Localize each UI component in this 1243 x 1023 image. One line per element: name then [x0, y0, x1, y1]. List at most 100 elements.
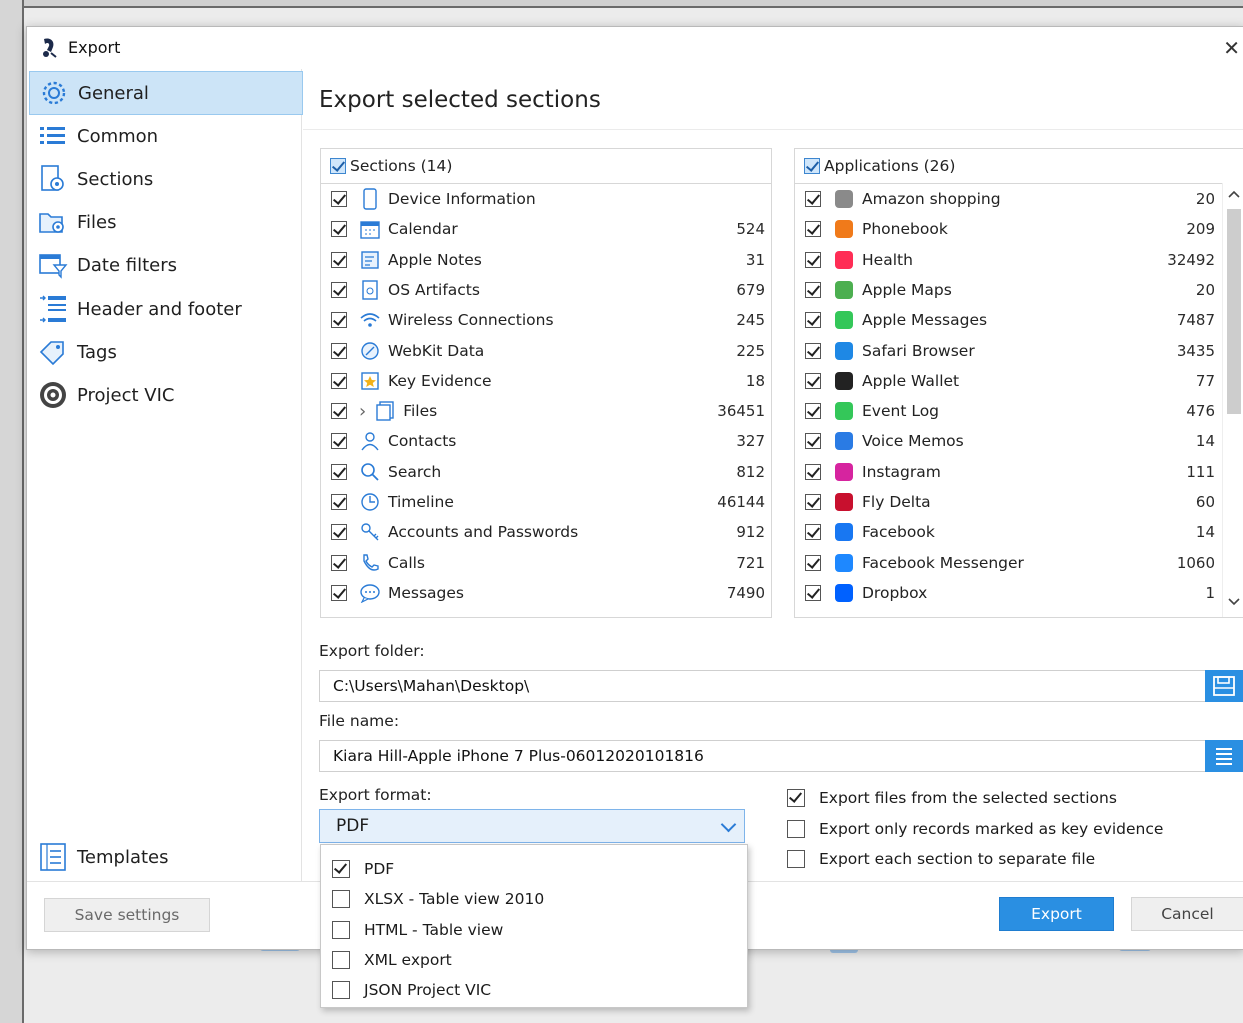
- application-row[interactable]: Apple Wallet 77: [795, 366, 1223, 396]
- scroll-thumb[interactable]: [1227, 209, 1241, 414]
- section-checkbox[interactable]: [331, 463, 347, 480]
- section-checkbox[interactable]: [331, 372, 347, 389]
- application-checkbox[interactable]: [805, 342, 821, 359]
- section-checkbox[interactable]: [331, 191, 347, 207]
- section-checkbox[interactable]: [331, 554, 347, 571]
- application-row[interactable]: Safari Browser 3435: [795, 336, 1223, 366]
- browse-folder-button[interactable]: [1205, 670, 1243, 702]
- application-checkbox[interactable]: [805, 403, 821, 420]
- section-row[interactable]: Messages 7490: [321, 578, 771, 608]
- application-checkbox[interactable]: [805, 312, 821, 329]
- format-option[interactable]: JSON Project VIC: [321, 975, 747, 1005]
- section-row[interactable]: Apple Notes 31: [321, 245, 771, 275]
- application-row[interactable]: Apple Messages 7487: [795, 305, 1223, 335]
- format-option[interactable]: XLSX - Table view 2010: [321, 884, 747, 914]
- application-row[interactable]: Amazon shopping 20: [795, 184, 1223, 214]
- section-row[interactable]: Device Information: [321, 184, 771, 214]
- format-option-checkbox[interactable]: [332, 860, 350, 878]
- format-option[interactable]: PDF: [321, 854, 747, 884]
- application-count: 209: [1186, 220, 1215, 239]
- scroll-down-icon[interactable]: [1228, 597, 1240, 607]
- application-checkbox[interactable]: [805, 433, 821, 450]
- section-checkbox[interactable]: [331, 342, 347, 359]
- section-row[interactable]: Calendar 524: [321, 214, 771, 244]
- export-option[interactable]: Export files from the selected sections: [787, 783, 1117, 813]
- application-row[interactable]: Dropbox 1: [795, 578, 1223, 608]
- outer-frame-top: [0, 0, 1243, 8]
- file-name-input[interactable]: Kiara Hill-Apple iPhone 7 Plus-060120201…: [319, 740, 1243, 772]
- expand-arrow-icon[interactable]: ›: [359, 401, 366, 422]
- section-row[interactable]: › Files 36451: [321, 396, 771, 426]
- sidebar-item-sections[interactable]: Sections: [29, 158, 301, 200]
- applications-select-all-checkbox[interactable]: [804, 158, 820, 174]
- application-row[interactable]: Instagram 111: [795, 457, 1223, 487]
- application-row[interactable]: Phonebook 209: [795, 214, 1223, 244]
- application-row[interactable]: Apple Maps 20: [795, 275, 1223, 305]
- section-checkbox[interactable]: [331, 494, 347, 510]
- export-option-checkbox[interactable]: [787, 850, 805, 868]
- section-checkbox[interactable]: [331, 524, 347, 541]
- sidebar-item-date-filters[interactable]: Date filters: [29, 244, 301, 286]
- file-name-options-button[interactable]: [1205, 740, 1243, 772]
- application-row[interactable]: Facebook 14: [795, 517, 1223, 547]
- close-button[interactable]: ✕: [1223, 36, 1240, 60]
- export-folder-input[interactable]: C:\Users\Mahan\Desktop\: [319, 670, 1243, 702]
- sidebar-item-general[interactable]: General: [29, 71, 303, 115]
- sections-header-label: Sections (14): [350, 157, 453, 175]
- sidebar-item-templates[interactable]: Templates: [29, 836, 301, 878]
- export-format-select[interactable]: PDF: [319, 809, 745, 843]
- save-settings-button[interactable]: Save settings: [44, 898, 210, 932]
- section-row[interactable]: Timeline 46144: [321, 487, 771, 517]
- application-checkbox[interactable]: [805, 221, 821, 238]
- format-option[interactable]: HTML - Table view: [321, 915, 747, 945]
- format-option-checkbox[interactable]: [332, 981, 350, 1000]
- section-row[interactable]: Key Evidence 18: [321, 366, 771, 396]
- section-checkbox[interactable]: [331, 584, 347, 601]
- section-checkbox[interactable]: [331, 221, 347, 238]
- application-checkbox[interactable]: [805, 372, 821, 389]
- sidebar-item-common[interactable]: Common: [29, 115, 301, 157]
- sidebar-item-files[interactable]: Files: [29, 201, 301, 243]
- format-option-checkbox[interactable]: [332, 950, 350, 969]
- applications-scrollbar[interactable]: [1222, 183, 1243, 617]
- application-row[interactable]: Health 32492: [795, 245, 1223, 275]
- section-row[interactable]: Wireless Connections 245: [321, 305, 771, 335]
- application-checkbox[interactable]: [805, 494, 821, 510]
- sidebar-item-project-vic[interactable]: Project VIC: [29, 374, 301, 416]
- application-checkbox[interactable]: [805, 554, 821, 571]
- application-checkbox[interactable]: [805, 584, 821, 601]
- section-row[interactable]: Calls 721: [321, 548, 771, 578]
- application-checkbox[interactable]: [805, 524, 821, 541]
- section-checkbox[interactable]: [331, 433, 347, 450]
- format-option-checkbox[interactable]: [332, 920, 350, 939]
- section-checkbox[interactable]: [331, 251, 347, 268]
- sections-select-all-checkbox[interactable]: [330, 158, 346, 174]
- application-row[interactable]: Event Log 476: [795, 396, 1223, 426]
- export-option-checkbox[interactable]: [787, 789, 805, 807]
- export-option-checkbox[interactable]: [787, 819, 805, 838]
- application-row[interactable]: Voice Memos 14: [795, 426, 1223, 456]
- section-row[interactable]: WebKit Data 225: [321, 336, 771, 366]
- section-row[interactable]: Contacts 327: [321, 426, 771, 456]
- export-button[interactable]: Export: [999, 897, 1114, 931]
- application-checkbox[interactable]: [805, 251, 821, 268]
- application-checkbox[interactable]: [805, 191, 821, 207]
- cancel-button[interactable]: Cancel: [1131, 897, 1243, 931]
- application-row[interactable]: Fly Delta 60: [795, 487, 1223, 517]
- section-checkbox[interactable]: [331, 312, 347, 329]
- export-option[interactable]: Export only records marked as key eviden…: [787, 814, 1163, 844]
- format-option[interactable]: XML export: [321, 945, 747, 975]
- section-row[interactable]: Accounts and Passwords 912: [321, 517, 771, 547]
- sidebar-item-header-footer[interactable]: Header and footer: [29, 288, 301, 330]
- format-option-checkbox[interactable]: [332, 890, 350, 909]
- application-checkbox[interactable]: [805, 281, 821, 298]
- application-checkbox[interactable]: [805, 463, 821, 480]
- section-row[interactable]: OS Artifacts 679: [321, 275, 771, 305]
- export-option[interactable]: Export each section to separate file: [787, 844, 1095, 874]
- sidebar-item-tags[interactable]: Tags: [29, 331, 301, 373]
- section-checkbox[interactable]: [331, 403, 347, 420]
- section-row[interactable]: Search 812: [321, 457, 771, 487]
- section-checkbox[interactable]: [331, 281, 347, 298]
- application-row[interactable]: Facebook Messenger 1060: [795, 548, 1223, 578]
- scroll-up-icon[interactable]: [1228, 189, 1240, 199]
